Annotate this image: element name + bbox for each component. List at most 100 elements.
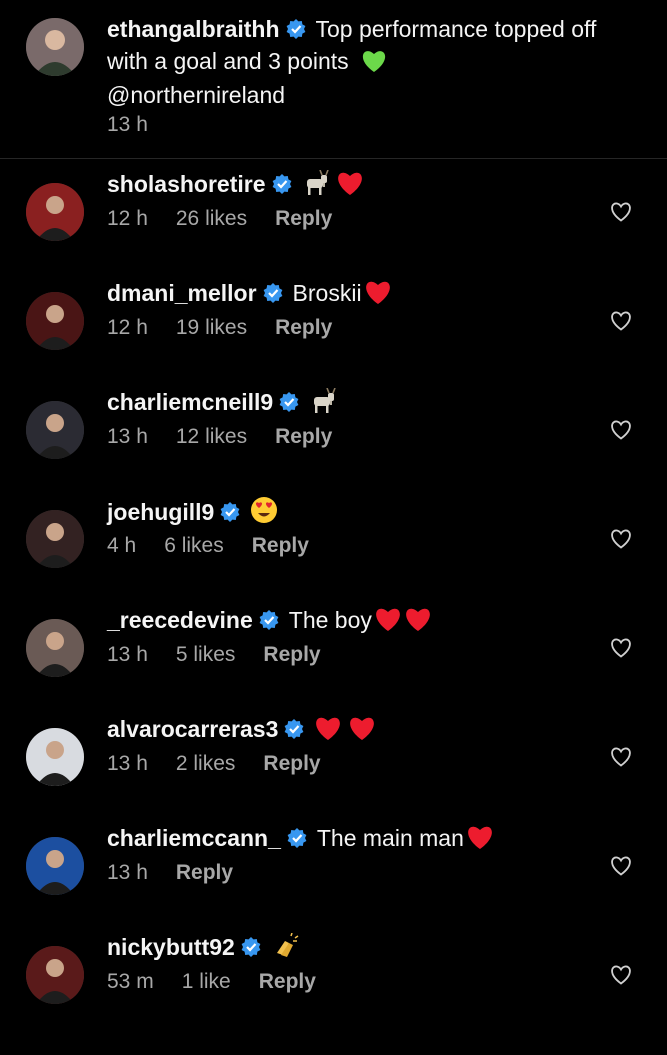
red-heart-icon — [348, 715, 376, 748]
comment-row: dmani_mellor Broskii 12 h 19 likes Reply — [0, 280, 667, 401]
comment-meta: 13 h 5 likes Reply — [107, 643, 349, 667]
comment-avatar[interactable] — [26, 728, 84, 786]
reply-button[interactable]: Reply — [176, 861, 233, 884]
heart-outline-icon[interactable] — [610, 529, 632, 554]
comment-meta: 4 h 6 likes Reply — [107, 534, 337, 558]
caption-username[interactable]: ethangalbraithh — [107, 16, 280, 42]
red-heart-icon — [314, 715, 342, 748]
comment-likes[interactable]: 1 like — [182, 970, 231, 993]
comment-avatar[interactable] — [26, 946, 84, 1004]
red-heart-icon — [374, 606, 402, 639]
comment-row: joehugill9 4 h 6 likes Reply — [0, 497, 667, 619]
comment-line: _reecedevine The boy — [107, 605, 432, 639]
comment-row: alvarocarreras3 13 h 2 likes Reply — [0, 716, 667, 837]
caption-avatar[interactable] — [26, 18, 84, 76]
comment-likes[interactable]: 19 likes — [176, 316, 247, 339]
reply-button[interactable]: Reply — [259, 970, 316, 993]
comment-username[interactable]: sholashoretire — [107, 171, 266, 197]
comment-avatar[interactable] — [26, 401, 84, 459]
comment-meta: 13 h 12 likes Reply — [107, 425, 360, 449]
heart-outline-icon[interactable] — [610, 965, 632, 990]
comment-avatar[interactable] — [26, 510, 84, 568]
comment-time: 13 h — [107, 643, 148, 666]
comment-time: 12 h — [107, 207, 148, 230]
reply-button[interactable]: Reply — [275, 425, 332, 448]
caption-mention[interactable]: @northernireland — [107, 82, 285, 108]
red-heart-icon — [364, 279, 392, 312]
comment-username[interactable]: charliemccann_ — [107, 825, 281, 851]
verified-badge-icon — [272, 171, 292, 201]
red-heart-icon — [336, 170, 364, 203]
comment-likes[interactable]: 5 likes — [176, 643, 236, 666]
comment-time: 53 m — [107, 970, 154, 993]
comment-meta: 12 h 19 likes Reply — [107, 316, 360, 340]
heart-outline-icon[interactable] — [610, 311, 632, 336]
verified-badge-icon — [241, 934, 261, 964]
red-heart-icon — [466, 824, 494, 857]
comment-username[interactable]: nickybutt92 — [107, 934, 235, 960]
comment-text: The boy — [288, 607, 372, 633]
comment-row: charliemcneill9 13 h 12 likes Reply — [0, 387, 667, 510]
comment-text: The main man — [316, 825, 464, 851]
verified-badge-icon — [287, 825, 307, 855]
comment-time: 13 h — [107, 425, 148, 448]
comment-likes[interactable]: 2 likes — [176, 752, 236, 775]
comment-line: joehugill9 — [107, 496, 278, 531]
comment-row: sholashoretire 12 h 26 likes Reply — [0, 169, 667, 292]
heart-outline-icon[interactable] — [610, 638, 632, 663]
reply-button[interactable]: Reply — [263, 752, 320, 775]
comment-row: _reecedevine The boy 13 h 5 likes Reply — [0, 607, 667, 728]
verified-badge-icon — [220, 499, 240, 529]
comment-line: sholashoretire — [107, 169, 364, 203]
goat-icon — [309, 387, 337, 421]
caption-time: 13 h — [107, 113, 148, 136]
goat-icon — [302, 169, 330, 203]
comment-meta: 53 m 1 like Reply — [107, 970, 344, 994]
comment-time: 4 h — [107, 534, 137, 557]
verified-badge-icon — [263, 280, 283, 310]
comment-likes[interactable]: 6 likes — [164, 534, 224, 557]
comment-avatar[interactable] — [26, 183, 84, 241]
verified-badge-icon — [284, 716, 304, 746]
red-heart-icon — [404, 606, 432, 639]
heart-outline-icon[interactable] — [610, 856, 632, 881]
verified-badge-icon — [259, 607, 279, 637]
comment-line: nickybutt92 — [107, 932, 299, 966]
comment-text: Broskii — [292, 280, 362, 306]
comment-avatar[interactable] — [26, 619, 84, 677]
comment-time: 13 h — [107, 752, 148, 775]
post-caption: ethangalbraithh Top performance topped o… — [0, 0, 667, 159]
reply-button[interactable]: Reply — [275, 316, 332, 339]
heart-outline-icon[interactable] — [610, 420, 632, 445]
comment-meta: 13 h 2 likes Reply — [107, 752, 349, 776]
comment-username[interactable]: _reecedevine — [107, 607, 253, 633]
comment-meta: 13 h Reply — [107, 861, 261, 885]
comment-likes[interactable]: 12 likes — [176, 425, 247, 448]
comment-likes[interactable]: 26 likes — [176, 207, 247, 230]
comment-username[interactable]: alvarocarreras3 — [107, 716, 278, 742]
comment-line: alvarocarreras3 — [107, 714, 376, 748]
comment-meta: 12 h 26 likes Reply — [107, 207, 360, 231]
heart-outline-icon[interactable] — [610, 202, 632, 227]
comment-time: 12 h — [107, 316, 148, 339]
caption-text: ethangalbraithh Top performance topped o… — [107, 14, 627, 110]
comment-line: charliemccann_ The main man — [107, 823, 494, 857]
comment-avatar[interactable] — [26, 837, 84, 895]
comment-username[interactable]: charliemcneill9 — [107, 389, 273, 415]
green-heart-icon — [361, 49, 387, 80]
comment-row: charliemccann_ The main man 13 h Reply — [0, 825, 667, 946]
heart-outline-icon[interactable] — [610, 747, 632, 772]
reply-button[interactable]: Reply — [263, 643, 320, 666]
reply-button[interactable]: Reply — [275, 207, 332, 230]
verified-badge-icon — [279, 389, 299, 419]
comment-line: dmani_mellor Broskii — [107, 278, 392, 312]
clapping-icon — [271, 932, 299, 966]
comment-username[interactable]: dmani_mellor — [107, 280, 257, 306]
reply-button[interactable]: Reply — [252, 534, 309, 557]
comment-username[interactable]: joehugill9 — [107, 499, 214, 525]
comment-time: 13 h — [107, 861, 148, 884]
verified-badge-icon — [286, 16, 306, 46]
comment-avatar[interactable] — [26, 292, 84, 350]
comment-row: nickybutt92 53 m 1 like Reply — [0, 932, 667, 1055]
comment-line: charliemcneill9 — [107, 387, 337, 421]
